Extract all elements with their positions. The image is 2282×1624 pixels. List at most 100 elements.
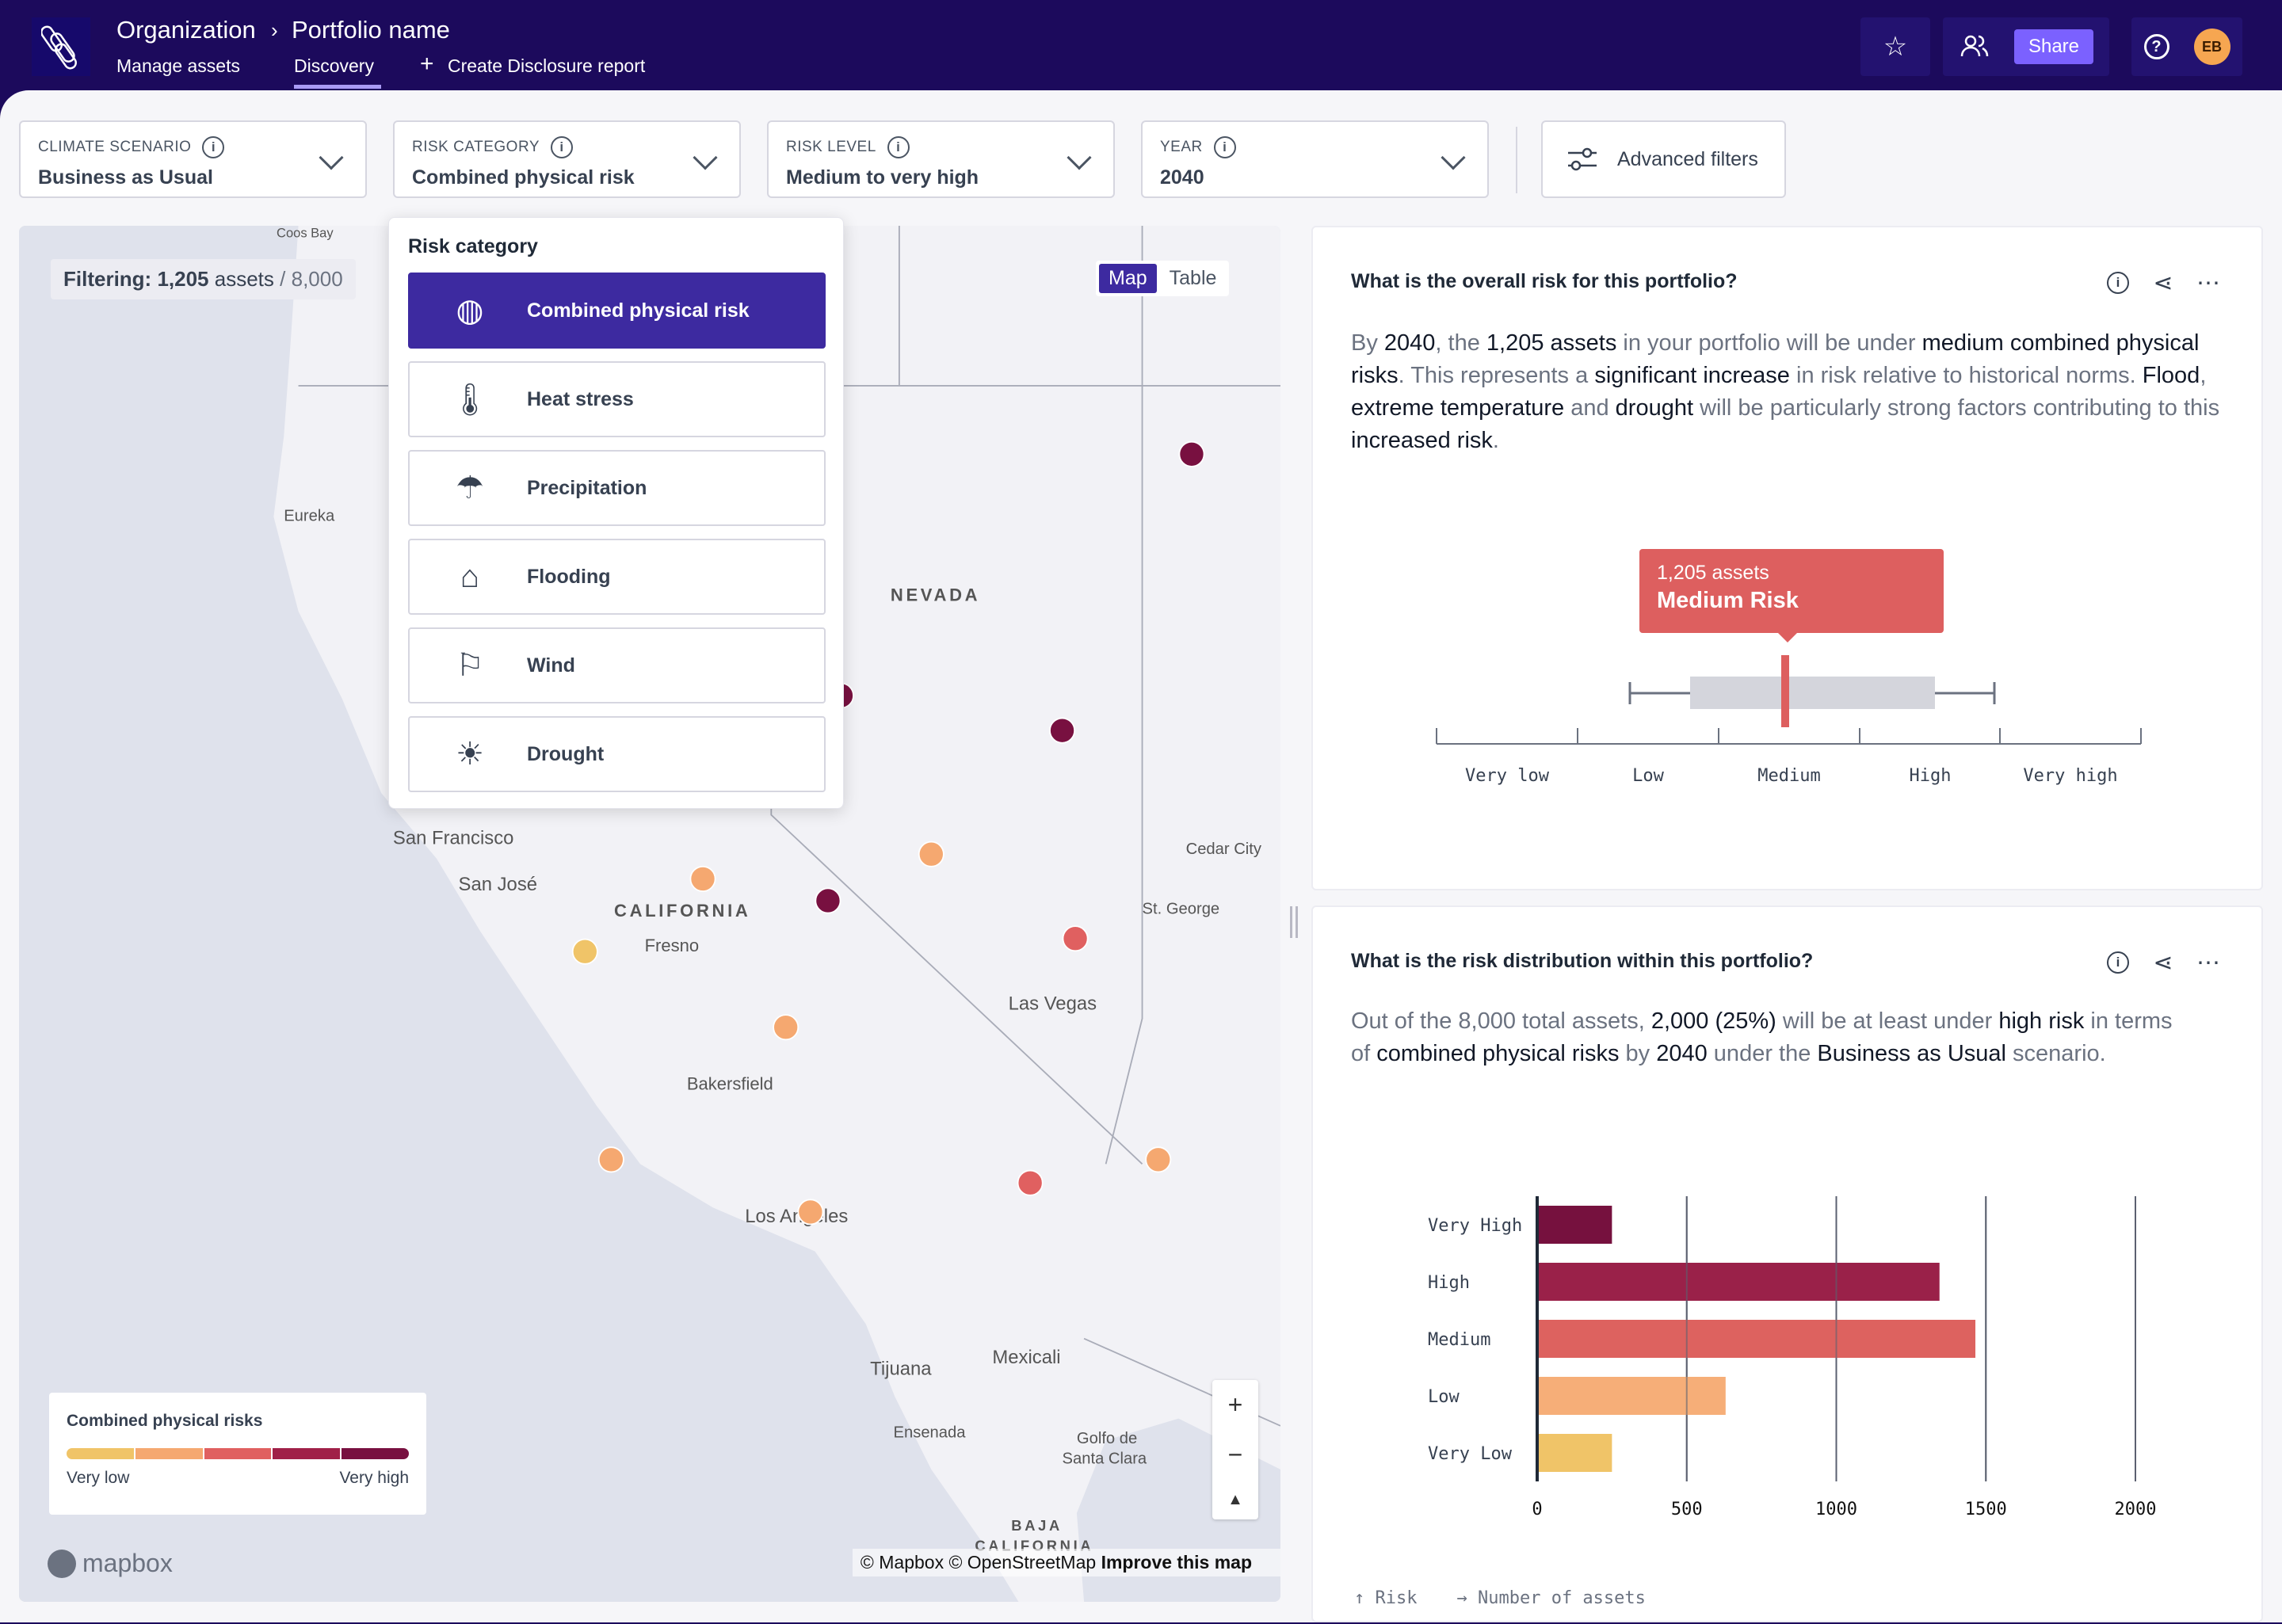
breadcrumb-portfolio[interactable]: Portfolio name — [292, 16, 450, 44]
asset-marker[interactable] — [1017, 1169, 1044, 1196]
zoom-out-button[interactable]: − — [1228, 1440, 1243, 1470]
risk-option-precipitation[interactable]: ☂ Precipitation — [408, 450, 826, 526]
mapbox-logo: mapbox — [48, 1549, 173, 1578]
asset-marker[interactable] — [597, 1146, 624, 1173]
asset-marker[interactable] — [797, 1199, 824, 1226]
map-place-label: Fresno — [645, 936, 700, 955]
risk-option-wind[interactable]: ⚐ Wind — [408, 627, 826, 703]
windsock-icon: ⚐ — [456, 648, 484, 683]
map-place-label: St. George — [1143, 901, 1220, 918]
map-place-label: San José — [459, 874, 537, 895]
climate-scenario-select[interactable]: CLIMATE SCENARIO i Business as Usual — [19, 120, 367, 198]
axis-legend: ↑ Risk → Number of assets — [1354, 1588, 1646, 1608]
risk-option-drought[interactable]: ☀ Drought — [408, 716, 826, 792]
globe-warning-icon: ◍ — [456, 293, 484, 328]
asset-marker[interactable] — [689, 865, 716, 892]
y-axis-legend: ↑ Risk — [1354, 1588, 1418, 1608]
sharing-group: Share — [1943, 17, 2109, 76]
improve-map-link[interactable]: Improve this map — [1101, 1552, 1252, 1573]
emphasis-text: extreme temperature — [1351, 395, 1565, 421]
share-icon[interactable]: ⋖ — [2147, 267, 2179, 299]
info-icon[interactable]: i — [551, 136, 573, 158]
risk-level-select[interactable]: RISK LEVEL i Medium to very high — [767, 120, 1115, 198]
zoom-in-button[interactable]: + — [1228, 1390, 1243, 1420]
breadcrumb-separator-icon: › — [271, 18, 278, 42]
emphasis-text: Flood — [2142, 363, 2200, 388]
map-place-label: Los Angeles — [745, 1206, 848, 1227]
risk-option-flooding[interactable]: ⌂ Flooding — [408, 539, 826, 615]
filtered-count: 1,205 — [157, 267, 209, 291]
legend-swatch — [67, 1448, 135, 1459]
tab-manage-assets[interactable]: Manage assets — [116, 55, 240, 89]
legend-high: Very high — [339, 1469, 409, 1487]
body-text: , the — [1435, 330, 1486, 356]
info-icon[interactable]: i — [887, 136, 910, 158]
bar-medium[interactable] — [1537, 1320, 1976, 1358]
attribution-text[interactable]: © Mapbox © OpenStreetMap — [861, 1552, 1096, 1573]
bar-very-high[interactable] — [1537, 1206, 1612, 1244]
dropdown-title: Risk category — [408, 235, 538, 257]
compass-icon[interactable]: ▲ — [1227, 1491, 1243, 1509]
filter-value: Combined physical risk — [412, 166, 635, 189]
risk-option-combined-physical-risk[interactable]: ◍ Combined physical risk — [408, 273, 826, 349]
map-place-label: San Francisco — [393, 827, 514, 848]
bar-low[interactable] — [1537, 1377, 1726, 1415]
map-place-label: Eureka — [284, 508, 335, 525]
x-tick-label: 0 — [1532, 1500, 1542, 1519]
y-category-label: High — [1428, 1273, 1470, 1293]
map-place-label: Ensenada — [894, 1424, 967, 1442]
map-attribution: © Mapbox © OpenStreetMap Improve this ma… — [852, 1549, 1280, 1576]
risk-category-select[interactable]: RISK CATEGORY i Combined physical risk — [393, 120, 741, 198]
tab-create-disclosure-report[interactable]: Create Disclosure report — [448, 55, 645, 89]
asset-marker[interactable] — [815, 887, 841, 914]
table-view-button[interactable]: Table — [1160, 264, 1227, 293]
body-text: and — [1564, 395, 1616, 421]
x-tick-label: 1000 — [1815, 1500, 1857, 1519]
map-place-label: NEVADA — [891, 585, 980, 605]
legend-swatch — [342, 1448, 409, 1459]
panel-resize-handle[interactable] — [1290, 906, 1298, 938]
map-place-label: Tijuana — [870, 1359, 932, 1380]
asset-marker[interactable] — [1178, 440, 1205, 467]
app-logo-icon[interactable] — [32, 17, 90, 76]
info-icon[interactable]: i — [2102, 267, 2134, 299]
tab-discovery[interactable]: Discovery — [294, 55, 381, 89]
scale-label: Very high — [2023, 766, 2117, 786]
asset-marker[interactable] — [1049, 717, 1076, 744]
risk-option-label: Drought — [527, 742, 605, 765]
emphasis-text: drought — [1615, 395, 1694, 421]
users-icon[interactable] — [1959, 32, 1990, 61]
scale-ticks — [1436, 728, 2142, 744]
info-icon[interactable]: i — [202, 136, 225, 158]
map-view-button[interactable]: Map — [1099, 264, 1157, 293]
asset-marker[interactable] — [1062, 925, 1089, 952]
x-tick-label: 1500 — [1965, 1500, 2007, 1519]
y-category-label: Low — [1428, 1387, 1460, 1407]
legend-gradient — [67, 1448, 409, 1459]
card-title: What is the overall risk for this portfo… — [1351, 270, 1738, 292]
body-text: , — [2200, 363, 2213, 388]
asset-marker[interactable] — [571, 938, 598, 965]
help-profile-group: ? EB — [2131, 17, 2242, 76]
avatar[interactable]: EB — [2193, 29, 2230, 65]
tooltip-count: 1,205 assets — [1657, 562, 1769, 584]
share-button[interactable]: Share — [2013, 29, 2094, 64]
breadcrumb-organization[interactable]: Organization — [116, 16, 256, 44]
bar-very-low[interactable] — [1537, 1434, 1612, 1472]
map-place-label: Bakersfield — [687, 1074, 773, 1094]
help-icon[interactable]: ? — [2143, 34, 2169, 59]
info-icon[interactable]: i — [1213, 136, 1236, 158]
more-options-icon[interactable]: ⋯ — [2192, 267, 2224, 299]
filtering-badge: Filtering: 1,205 assets / 8,000 — [51, 259, 356, 299]
asset-marker[interactable] — [1145, 1146, 1172, 1173]
advanced-filters-button[interactable]: Advanced filters — [1541, 120, 1786, 198]
risk-option-heat-stress[interactable]: 🌡 Heat stress — [408, 361, 826, 437]
map-place-label: Coos Bay — [277, 226, 334, 241]
asset-marker[interactable] — [773, 1014, 799, 1041]
risk-option-label: Combined physical risk — [527, 299, 750, 322]
asset-marker[interactable] — [918, 841, 944, 867]
favorite-button[interactable]: ☆ — [1860, 17, 1930, 76]
year-select[interactable]: YEAR i 2040 — [1141, 120, 1489, 198]
bar-high[interactable] — [1537, 1263, 1940, 1301]
map-place-label: BAJA — [1011, 1517, 1063, 1534]
